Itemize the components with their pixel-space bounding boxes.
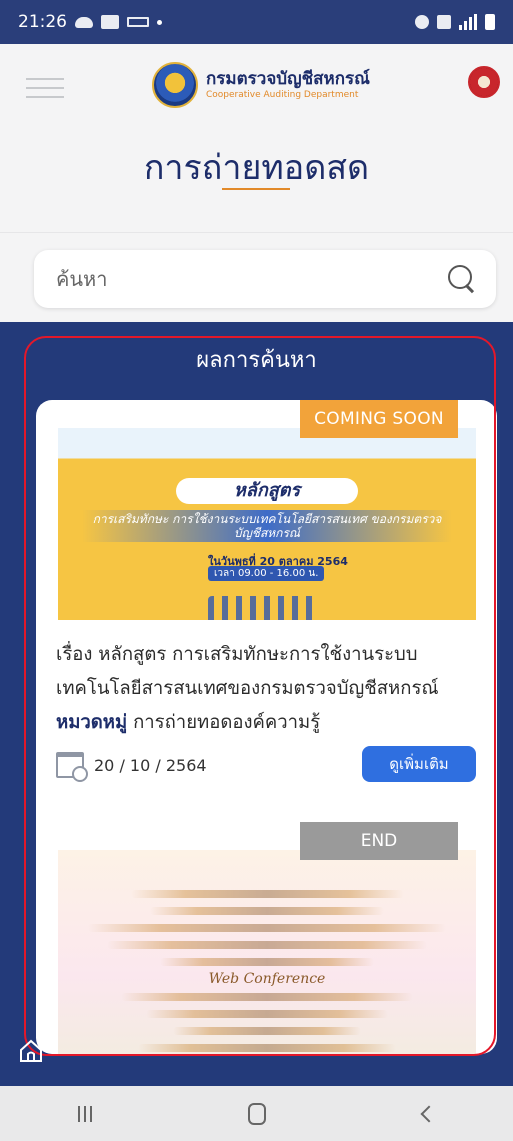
logo-english-text: Cooperative Auditing Department (206, 90, 359, 100)
divider (0, 232, 513, 233)
results-highlight-outline (24, 336, 496, 1056)
title-underline (222, 188, 290, 190)
hamburger-icon[interactable] (26, 74, 64, 102)
recent-apps-icon[interactable] (78, 1105, 93, 1122)
search-bar (34, 250, 496, 308)
search-input[interactable] (56, 267, 446, 291)
system-home-icon[interactable] (248, 1102, 267, 1125)
logo-thai-text: กรมตรวจบัญชีสหกรณ์ (206, 69, 370, 89)
image-icon (101, 15, 119, 29)
cloud-icon (75, 16, 93, 28)
department-logo: กรมตรวจบัญชีสหกรณ์ Cooperative Auditing … (152, 62, 370, 108)
back-icon[interactable] (420, 1105, 438, 1122)
profile-icon[interactable] (468, 66, 500, 98)
system-nav-bar (0, 1086, 513, 1141)
signal-icon (459, 14, 477, 30)
home-icon[interactable] (18, 1038, 44, 1064)
app-screen: 21:26 กรมตรวจบัญชีสหกรณ์ Cooperative Aud… (0, 0, 513, 1141)
emblem-icon (152, 62, 198, 108)
alarm-icon (415, 15, 429, 29)
battery-icon (485, 14, 495, 30)
page-title: การถ่ายทอดสด (143, 148, 370, 188)
mute-icon (437, 15, 451, 29)
dot-icon (157, 19, 162, 25)
bottom-app-bar (0, 1060, 513, 1086)
search-icon[interactable] (446, 263, 478, 295)
status-time: 21:26 (18, 12, 67, 32)
app-header: กรมตรวจบัญชีสหกรณ์ Cooperative Auditing … (0, 44, 513, 132)
notification-icon (127, 17, 149, 27)
status-bar: 21:26 (0, 0, 513, 44)
